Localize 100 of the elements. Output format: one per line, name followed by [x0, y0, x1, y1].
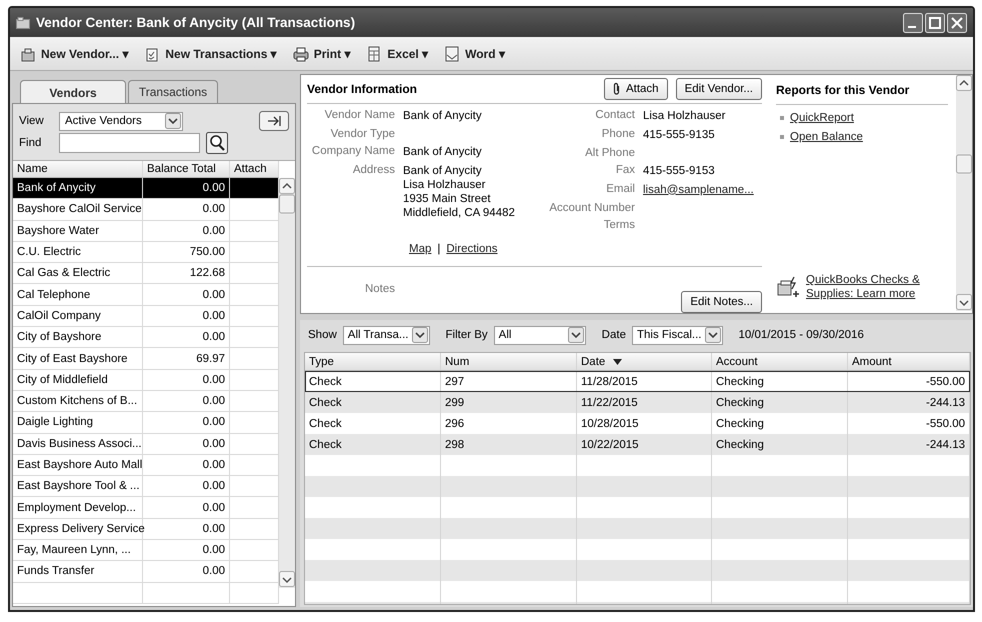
- maximize-icon[interactable]: [925, 12, 945, 32]
- field-label: Phone: [600, 128, 635, 142]
- section-title: Reports for this Vendor: [776, 75, 948, 105]
- column-header[interactable]: Date: [577, 353, 712, 370]
- toolbar-button[interactable]: Word ▾: [442, 42, 507, 64]
- toolbar-button[interactable]: Attach: [604, 78, 668, 100]
- table-cell: 0.00: [143, 412, 230, 433]
- toolbar-button[interactable]: Excel ▾: [364, 42, 430, 64]
- column-header[interactable]: Attach: [230, 161, 279, 177]
- table-cell: 0.00: [143, 178, 230, 198]
- caret-icon: [704, 327, 721, 343]
- table-cell: 10/22/2015: [577, 434, 712, 455]
- table-cell: 0.00: [143, 434, 230, 454]
- vendor-row[interactable]: Express Delivery Service 0.00: [13, 518, 279, 540]
- toolbar-button[interactable]: New Transactions ▾: [142, 42, 279, 64]
- scrollbar[interactable]: [956, 75, 972, 311]
- vendor-row[interactable]: Davis Business Associ... 0.00: [13, 434, 279, 455]
- toolbar-button[interactable]: New Vendor... ▾: [18, 42, 130, 64]
- vendor-row[interactable]: Bayshore CalOil Service 0.00: [13, 199, 279, 221]
- window-title: Vendor Center: Bank of Anycity (All Transactions): [36, 15, 356, 30]
- caret-icon: [568, 327, 584, 343]
- filter-dropdown[interactable]: All: [494, 326, 586, 344]
- scrollbar[interactable]: [279, 178, 295, 588]
- filter-label: Date: [602, 329, 626, 341]
- search-icon[interactable]: [206, 132, 228, 154]
- table-cell: 0.00: [143, 306, 230, 326]
- collapse-icon[interactable]: [259, 111, 289, 131]
- vendor-row[interactable]: Bayshore Water 0.00: [13, 220, 279, 242]
- table-cell: Check: [305, 392, 441, 413]
- promo-link[interactable]: QuickBooks Checks & Supplies: Learn more: [806, 273, 926, 301]
- vendor-row[interactable]: Cal Telephone 0.00: [13, 284, 279, 306]
- vendor-row[interactable]: City of Bayshore 0.00: [13, 327, 279, 348]
- field-value: Bank of Anycity Lisa Holzhauser 1935 Main Street Middlefield, CA 94482: [403, 164, 516, 220]
- table-cell: Checking: [712, 392, 848, 413]
- tab[interactable]: Transactions: [128, 80, 218, 103]
- field-label: View: [19, 115, 45, 127]
- table-cell: 0.00: [143, 454, 230, 476]
- table-cell: Check: [305, 434, 441, 455]
- field-label: Address: [352, 164, 395, 178]
- vendor-row[interactable]: City of Middlefield 0.00: [13, 370, 279, 391]
- view-dropdown[interactable]: Active Vendors: [59, 112, 183, 130]
- table-cell: Cal Telephone: [13, 284, 143, 305]
- column-header[interactable]: Name: [13, 161, 143, 177]
- vendor-row[interactable]: Fay, Maureen Lynn, ... 0.00: [13, 540, 279, 562]
- vendor-row[interactable]: Custom Kitchens of B... 0.00: [13, 390, 279, 412]
- column-header[interactable]: Type: [305, 353, 441, 370]
- report-link[interactable]: QuickReport: [790, 112, 854, 124]
- column-header[interactable]: Num: [441, 353, 577, 370]
- email-link[interactable]: lisah@samplename...: [643, 184, 754, 196]
- filter-dropdown[interactable]: All Transa...: [342, 326, 430, 344]
- table-cell: Express Delivery Service: [13, 518, 143, 540]
- document-icon: [444, 46, 460, 62]
- minimize-icon[interactable]: [903, 12, 923, 32]
- vendor-row[interactable]: East Bayshore Auto Mall 0.00: [13, 454, 279, 476]
- table-cell: 750.00: [143, 242, 230, 262]
- field-label: Contact: [594, 108, 635, 123]
- field-value: Bank of Anycity: [403, 144, 483, 159]
- paperclip-icon: [612, 82, 621, 96]
- field-value: 415-555-9135: [643, 128, 716, 142]
- caret-icon: [165, 113, 181, 129]
- toolbar-button[interactable]: Edit Vendor...: [676, 78, 762, 100]
- vendor-row[interactable]: Funds Transfer 0.00: [13, 561, 279, 583]
- table-cell: Cal Gas & Electric: [13, 263, 143, 284]
- vendor-row[interactable]: Daigle Lighting 0.00: [13, 412, 279, 434]
- edit-notes-button[interactable]: Edit Notes...: [681, 291, 762, 313]
- find-field[interactable]: [59, 133, 200, 153]
- table-cell: 0.00: [143, 199, 230, 220]
- table-cell: Bayshore Water: [13, 220, 143, 241]
- bullet-icon: [780, 135, 784, 139]
- separator: |: [437, 243, 440, 256]
- close-icon[interactable]: [947, 12, 967, 32]
- toolbar-button[interactable]: Print ▾: [290, 42, 352, 64]
- transaction-row[interactable]: Check 298 10/22/2015 Checking -244.13: [305, 434, 970, 455]
- table-cell: 0.00: [143, 284, 230, 305]
- table-cell: 0.00: [143, 561, 230, 582]
- directions-link[interactable]: Directions: [446, 243, 498, 256]
- vendor-row[interactable]: CalOil Company 0.00: [13, 306, 279, 328]
- field-value: Bank of Anycity: [403, 108, 483, 123]
- vendor-row[interactable]: City of East Bayshore 69.97: [13, 348, 279, 370]
- table-cell: Davis Business Associ...: [13, 434, 143, 454]
- vendor-row[interactable]: Bank of Anycity 0.00: [13, 178, 279, 200]
- printer-icon: [292, 46, 309, 62]
- table-cell: 298: [441, 434, 577, 455]
- vendor-row[interactable]: Employment Develop... 0.00: [13, 497, 279, 519]
- vendor-row[interactable]: C.U. Electric 750.00: [13, 242, 279, 264]
- transaction-row[interactable]: Check 297 11/28/2015 Checking -550.00: [305, 371, 970, 392]
- report-link[interactable]: Open Balance: [790, 131, 863, 143]
- tab[interactable]: Vendors: [20, 80, 126, 104]
- transaction-row[interactable]: Check 299 11/22/2015 Checking -244.13: [305, 392, 970, 413]
- vendor-row[interactable]: Cal Gas & Electric 122.68: [13, 263, 279, 284]
- column-header[interactable]: Balance Total: [143, 161, 230, 177]
- field-label: Account Number: [548, 202, 635, 214]
- map-link[interactable]: Map: [409, 243, 432, 256]
- field-label: Find: [19, 137, 42, 149]
- column-header[interactable]: Account: [712, 353, 848, 370]
- column-header[interactable]: Amount: [848, 353, 970, 370]
- table-cell: -244.13: [848, 392, 970, 413]
- vendor-row[interactable]: East Bayshore Tool & ... 0.00: [13, 476, 279, 498]
- filter-label: Show: [308, 329, 337, 341]
- filter-dropdown[interactable]: This Fiscal...: [632, 326, 723, 344]
